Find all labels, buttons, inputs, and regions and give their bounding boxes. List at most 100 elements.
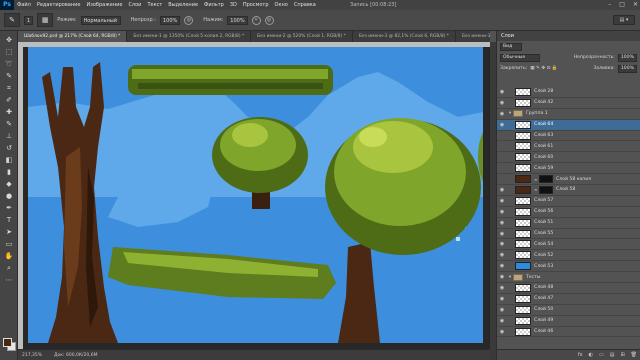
visibility-eye-icon[interactable]: ◉ xyxy=(497,111,507,117)
panel-opacity-input[interactable]: 100% xyxy=(617,53,637,62)
history-brush-icon[interactable]: ↺ xyxy=(3,143,15,153)
pressure-size-icon[interactable]: ◎ xyxy=(264,15,274,25)
layer-row[interactable]: ◉ Слой 52 xyxy=(497,250,640,262)
visibility-eye-icon[interactable]: ◉ xyxy=(497,274,507,280)
pixel-art-canvas[interactable] xyxy=(28,47,483,343)
adjustment-icon[interactable]: ▤ xyxy=(610,352,615,358)
visibility-eye-icon[interactable]: ◉ xyxy=(497,307,507,313)
menu-item[interactable]: Выделение xyxy=(165,2,201,8)
menu-item[interactable]: Файл xyxy=(14,2,34,8)
layer-mask-thumbnail[interactable] xyxy=(539,175,553,184)
layer-row[interactable]: ◉ Слой 49 xyxy=(497,316,640,327)
layer-row[interactable]: ◉ Слой 64 xyxy=(497,119,640,131)
link-layers-icon[interactable]: fx xyxy=(578,352,583,358)
layer-row[interactable]: Слой 59 xyxy=(497,163,640,175)
layer-row[interactable]: ◉ ∞ Слой 58 xyxy=(497,185,640,196)
eyedropper-tool-icon[interactable]: ✐ xyxy=(3,95,15,105)
fill-input[interactable]: 100% xyxy=(617,64,637,73)
pressure-opacity-icon[interactable]: ◎ xyxy=(184,15,194,25)
shape-tool-icon[interactable]: ▭ xyxy=(3,239,15,249)
foreground-color-swatch[interactable] xyxy=(3,338,12,347)
zoom-tool-icon[interactable]: ⌕ xyxy=(3,263,15,273)
gradient-tool-icon[interactable]: ▮ xyxy=(3,167,15,177)
tab-doc-1[interactable]: Шаблон92.psd @ 217% (Слой 64, RGB/8) * xyxy=(18,31,128,42)
mode-select[interactable]: Нормальный xyxy=(80,15,121,25)
brush-size-select[interactable]: 1 xyxy=(24,15,34,25)
visibility-eye-icon[interactable]: ◉ xyxy=(497,198,507,204)
mask-icon[interactable]: ▭ xyxy=(599,352,604,358)
layer-row[interactable]: ◉ Слой 51 xyxy=(497,218,640,229)
close-button[interactable]: ✕ xyxy=(633,0,638,10)
layer-row[interactable]: Слой 63 xyxy=(497,131,640,142)
move-tool-icon[interactable]: ✥ xyxy=(3,35,15,45)
visibility-eye-icon[interactable]: ◉ xyxy=(497,89,507,95)
layer-row[interactable]: ◉ Слой 46 xyxy=(497,327,640,338)
layer-row[interactable]: ∞ Слой 58 копия xyxy=(497,174,640,186)
marquee-tool-icon[interactable]: ⬚ xyxy=(3,47,15,57)
mask-link-icon[interactable]: ∞ xyxy=(534,177,538,182)
menu-item[interactable]: 3D xyxy=(227,2,240,8)
menu-item[interactable]: Редактирование xyxy=(34,2,84,8)
more-tools-icon[interactable]: ⋯ xyxy=(3,275,15,285)
layer-row[interactable]: ◉ Слой 55 xyxy=(497,229,640,240)
dodge-tool-icon[interactable]: ● xyxy=(3,191,15,201)
lasso-tool-icon[interactable]: ➰ xyxy=(3,59,15,69)
clone-stamp-icon[interactable]: ⊥ xyxy=(3,131,15,141)
menu-item[interactable]: Окно xyxy=(272,2,291,8)
healing-brush-icon[interactable]: ✚ xyxy=(3,107,15,117)
type-tool-icon[interactable]: T xyxy=(3,215,15,225)
pen-tool-icon[interactable]: ✒ xyxy=(3,203,15,213)
visibility-eye-icon[interactable]: ◉ xyxy=(497,263,507,269)
layer-row[interactable]: ◉ Слой 48 xyxy=(497,283,640,294)
layer-row[interactable]: ◉ Слой 28 xyxy=(497,87,640,98)
visibility-eye-icon[interactable]: ◉ xyxy=(497,231,507,237)
visibility-eye-icon[interactable]: ◉ xyxy=(497,252,507,258)
minimize-button[interactable]: – xyxy=(608,0,611,10)
menu-item[interactable]: Текст xyxy=(144,2,165,8)
visibility-eye-icon[interactable]: ◉ xyxy=(497,318,507,324)
menu-item[interactable]: Просмотр xyxy=(240,2,272,8)
layer-row[interactable]: ◉ Слой 56 xyxy=(497,207,640,218)
crop-tool-icon[interactable]: ⌗ xyxy=(3,83,15,93)
fx-icon[interactable]: ◐ xyxy=(589,352,593,358)
visibility-eye-icon[interactable]: ◉ xyxy=(497,209,507,215)
layer-mask-thumbnail[interactable] xyxy=(539,185,553,194)
hand-tool-icon[interactable]: ✋ xyxy=(3,251,15,261)
flow-input[interactable]: 100% xyxy=(227,15,248,25)
layer-kind-select[interactable]: Вид xyxy=(500,42,522,51)
visibility-eye-icon[interactable]: ◉ xyxy=(497,220,507,226)
maximize-button[interactable]: □ xyxy=(619,0,625,10)
layer-row[interactable]: ◉ Слой 57 xyxy=(497,196,640,207)
opacity-input[interactable]: 100% xyxy=(159,15,181,25)
menu-item[interactable]: Фильтр xyxy=(201,2,227,8)
canvas-area[interactable] xyxy=(18,42,490,349)
layer-row[interactable]: ◉ Слой 53 xyxy=(497,261,640,273)
visibility-eye-icon[interactable]: ◉ xyxy=(497,285,507,291)
visibility-eye-icon[interactable]: ◉ xyxy=(497,296,507,302)
menu-item[interactable]: Справка xyxy=(291,2,319,8)
tab-doc-4[interactable]: Без имени-3 @ 82,1% (Слой 6, RGB/8) * xyxy=(352,31,456,42)
layer-row[interactable]: ◉ Слой 42 xyxy=(497,98,640,109)
layer-group-row[interactable]: ◉ ▾ Тесты xyxy=(497,272,640,284)
layer-group-row[interactable]: ◉ ▾ Группа 1 xyxy=(497,109,640,120)
layer-row[interactable]: Слой 61 xyxy=(497,141,640,153)
menu-item[interactable]: Слои xyxy=(125,2,144,8)
workspace-select[interactable]: ▤ ▾ xyxy=(613,15,635,25)
brush-panel-icon[interactable]: ▦ xyxy=(37,13,54,27)
delete-layer-icon[interactable]: 🗑 xyxy=(631,352,637,358)
lock-icons[interactable]: ▦ ✎ ✥ ⊡ 🔒 xyxy=(530,66,557,71)
tab-doc-3[interactable]: Без имени-2 @ 520% (Слой 1, RGB/8) * xyxy=(251,31,353,42)
brush-tool-icon[interactable]: ✎ xyxy=(3,119,15,129)
quick-select-tool-icon[interactable]: ✎ xyxy=(3,71,15,81)
visibility-eye-icon[interactable]: ◉ xyxy=(497,329,507,335)
layers-panel-tab[interactable]: Слои xyxy=(497,31,640,41)
eraser-tool-icon[interactable]: ◧ xyxy=(3,155,15,165)
zoom-readout[interactable]: 217,35% xyxy=(22,353,42,358)
blur-tool-icon[interactable]: ◆ xyxy=(3,179,15,189)
menu-item[interactable]: Изображение xyxy=(83,2,125,8)
tab-doc-5[interactable]: Без имени-3 @ 0 xyxy=(455,31,490,42)
blend-mode-select[interactable]: Обычные xyxy=(500,53,540,62)
layer-row[interactable]: Слой 60 xyxy=(497,152,640,164)
visibility-eye-icon[interactable]: ◉ xyxy=(497,241,507,247)
tab-doc-2[interactable]: Без имени-1 @ 1350% (Слой 5 копия 2, RGB… xyxy=(127,31,252,42)
